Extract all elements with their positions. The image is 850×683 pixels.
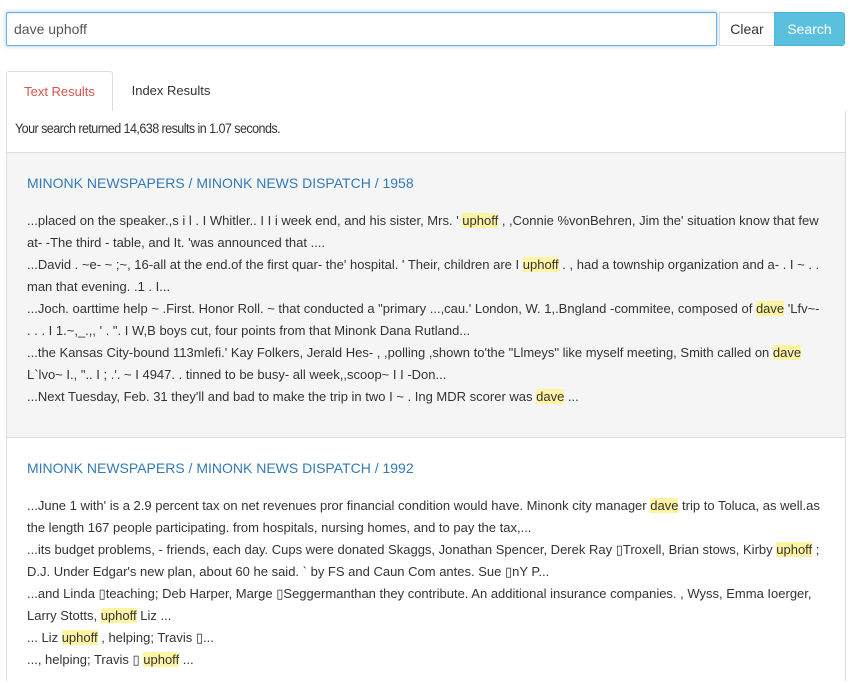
result-item: MINONK NEWSPAPERS / MINONK NEWS DISPATCH… [7, 153, 845, 438]
clear-button[interactable]: Clear [719, 12, 774, 46]
highlighted-term: uphoff [143, 652, 180, 667]
snippet-text: ... [179, 652, 194, 667]
snippet-text: ... Liz [27, 630, 62, 645]
snippet-text: Liz ... [136, 608, 172, 623]
search-bar: Clear Search [6, 12, 846, 46]
highlighted-term: dave [772, 345, 802, 360]
snippet-line: ...June 1 with' is a 2.9 percent tax on … [27, 495, 825, 539]
snippet-text: ... [564, 389, 579, 404]
snippet-line: ...Next Tuesday, Feb. 31 they'll and bad… [27, 386, 825, 408]
tab-text-results[interactable]: Text Results [6, 71, 113, 112]
snippet-text: , helping; Travis ▯... [97, 630, 214, 645]
snippet-text: ...June 1 with' is a 2.9 percent tax on … [27, 498, 651, 513]
snippet-line: ...Joch. oarttime help ~ .First. Honor R… [27, 298, 825, 342]
snippet-text: ..., helping; Travis ▯ [27, 652, 144, 667]
result-item: MINONK NEWSPAPERS / MINONK NEWS DISPATCH… [7, 438, 845, 683]
highlighted-term: uphoff [776, 542, 813, 557]
results-summary: Your search returned 14,638 results in 1… [15, 121, 281, 136]
snippet-text: L`lvo~ I., ".. I ; .'. ~ I 4947. . tinne… [27, 367, 447, 382]
snippet-line: ...David . ~e- ~ ;~, 16-all at the end.o… [27, 254, 825, 298]
snippet-text: ...David . ~e- ~ ;~, 16-all at the end.o… [27, 257, 523, 272]
highlighted-term: uphoff [61, 630, 98, 645]
results-panel: Your search returned 14,638 results in 1… [6, 111, 846, 683]
snippet-line: ...its budget problems, - friends, each … [27, 539, 825, 583]
snippet-text: ...the Kansas City-bound 113mlefi.' Kay … [27, 345, 773, 360]
snippet-text: ...its budget problems, - friends, each … [27, 542, 777, 557]
search-input[interactable] [6, 12, 717, 46]
highlighted-term: dave [536, 389, 565, 404]
result-title-link[interactable]: MINONK NEWSPAPERS / MINONK NEWS DISPATCH… [27, 460, 825, 476]
highlighted-term: uphoff [100, 608, 137, 623]
snippet-text: ...placed on the speaker.,s i l . I Whit… [27, 213, 463, 228]
highlighted-term: dave [650, 498, 679, 513]
highlighted-term: uphoff [462, 213, 499, 228]
results-tabs: Text Results Index Results [6, 71, 846, 112]
tab-index-results[interactable]: Index Results [116, 71, 226, 111]
search-button[interactable]: Search [774, 12, 845, 46]
snippet-line: ...placed on the speaker.,s i l . I Whit… [27, 210, 825, 254]
snippet-text: ...Joch. oarttime help ~ .First. Honor R… [27, 301, 756, 316]
snippet-list: ...placed on the speaker.,s i l . I Whit… [27, 210, 825, 408]
snippet-text: ...Next Tuesday, Feb. 31 they'll and bad… [27, 389, 537, 404]
snippet-line: ...and Linda ▯teaching; Deb Harper, Marg… [27, 583, 825, 627]
result-title-link[interactable]: MINONK NEWSPAPERS / MINONK NEWS DISPATCH… [27, 175, 825, 191]
highlighted-term: dave [755, 301, 785, 316]
snippet-line: ..., helping; Travis ▯ uphoff ... [27, 649, 825, 671]
snippet-list: ...June 1 with' is a 2.9 percent tax on … [27, 495, 825, 671]
snippet-line: ... Liz uphoff , helping; Travis ▯... [27, 627, 825, 649]
snippet-line: ...the Kansas City-bound 113mlefi.' Kay … [27, 342, 825, 386]
highlighted-term: uphoff [522, 257, 559, 272]
